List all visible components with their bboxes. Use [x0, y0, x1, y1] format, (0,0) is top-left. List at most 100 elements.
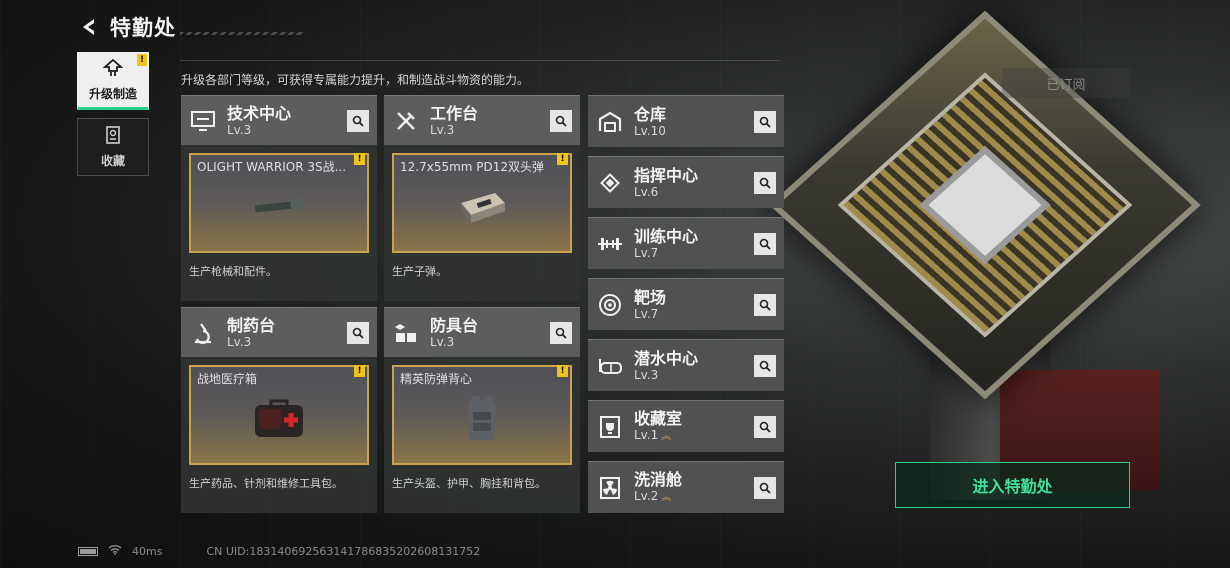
computer-icon	[189, 107, 217, 135]
divider	[180, 60, 780, 61]
warning-badge: !	[354, 153, 365, 165]
craft-item-slot[interactable]: OLIGHT WARRIOR 3S战... !	[189, 153, 369, 253]
search-icon[interactable]	[550, 109, 572, 132]
tab-label: 收藏	[100, 153, 125, 168]
card-tech-center: 技术中心 Lv.3 OLIGHT WARRIOR 3S战... ! 生产枪械和配…	[181, 95, 377, 301]
facility-level: Lv.3	[430, 122, 455, 137]
facility-row-shooting-range[interactable]: 靶场 Lv.7	[588, 278, 784, 330]
back-arrow-icon[interactable]	[78, 16, 100, 38]
collection-icon	[105, 125, 121, 148]
craft-item-slot[interactable]: 战地医疗箱 !	[189, 365, 369, 465]
target-icon	[596, 291, 624, 319]
trophy-icon	[596, 413, 624, 441]
facility-description: 生产头盔、护甲、胸挂和背包。	[392, 477, 546, 490]
facility-level: Lv.3	[634, 367, 659, 382]
facility-name: 洗消舱	[634, 469, 683, 489]
facility-level: Lv.1 ︽	[634, 428, 744, 444]
card-header: 防具台 Lv.3	[384, 307, 580, 357]
card-header: 技术中心 Lv.3	[181, 95, 377, 145]
facility-name: 训练中心	[634, 226, 699, 246]
body-armor-image	[464, 392, 500, 450]
facility-row-decontamination[interactable]: 洗消舱 Lv.2 ︽	[588, 461, 784, 513]
craft-item-slot[interactable]: 精英防弹背心 !	[392, 365, 572, 465]
search-icon[interactable]	[347, 109, 369, 132]
facility-row-command-center[interactable]: 指挥中心 Lv.6	[588, 156, 784, 208]
facility-level: Lv.3	[227, 122, 252, 137]
special-ops-cube-artwork	[769, 10, 1201, 500]
warehouse-icon	[596, 108, 624, 136]
card-pharmacy: 制药台 Lv.3 战地医疗箱 ! 生产药品、针剂和维修工具包。	[181, 307, 377, 513]
medical-kit-image	[251, 397, 307, 445]
search-icon[interactable]	[550, 321, 572, 344]
search-icon[interactable]	[754, 232, 776, 255]
facility-description: 生产枪械和配件。	[189, 265, 277, 278]
dumbbell-icon	[596, 230, 624, 258]
facility-name: 制药台	[227, 315, 276, 335]
card-armor-bench: 防具台 Lv.3 精英防弹背心 ! 生产头盔、护甲、胸挂和背包。	[384, 307, 580, 513]
card-header: 制药台 Lv.3	[181, 307, 377, 357]
facility-level: Lv.3	[227, 334, 252, 349]
facility-name: 防具台	[430, 315, 479, 335]
facility-row-training-center[interactable]: 训练中心 Lv.7	[588, 217, 784, 269]
facility-name: 工作台	[430, 103, 479, 123]
facility-level: Lv.7	[634, 306, 659, 321]
warning-badge: !	[354, 365, 365, 377]
facility-level: Lv.3	[430, 334, 455, 349]
microscope-icon	[189, 319, 217, 347]
warning-badge: !	[557, 365, 568, 377]
tab-upgrade-craft[interactable]: 升级制造 !	[77, 52, 149, 110]
page-title: 特勤处	[110, 16, 176, 40]
flashlight-image	[251, 198, 307, 220]
card-header: 工作台 Lv.3	[384, 95, 580, 145]
facility-name: 靶场	[634, 287, 667, 307]
battery-icon	[78, 546, 98, 556]
card-workbench: 工作台 Lv.3 12.7x55mm PD12双头弹 ! 生产子弹。	[384, 95, 580, 301]
facility-level: Lv.7	[634, 245, 659, 260]
search-icon[interactable]	[754, 293, 776, 316]
search-icon[interactable]	[754, 171, 776, 194]
facility-description: 生产药品、针剂和维修工具包。	[189, 477, 343, 490]
search-icon[interactable]	[754, 354, 776, 377]
craft-item-slot[interactable]: 12.7x55mm PD12双头弹 !	[392, 153, 572, 253]
item-name: 12.7x55mm PD12双头弹	[400, 160, 545, 174]
upgrade-chevron-icon: ︽	[661, 430, 672, 442]
facility-name: 收藏室	[634, 408, 683, 428]
subscribe-button[interactable]: 已订阅	[1002, 68, 1130, 98]
diving-mask-icon	[596, 352, 624, 380]
radiation-icon	[596, 474, 624, 502]
tools-icon	[392, 107, 420, 135]
level-text: Lv.2	[634, 488, 659, 503]
cube	[769, 10, 1201, 400]
facility-row-diving-center[interactable]: 潜水中心 Lv.3	[588, 339, 784, 391]
tab-label: 升级制造	[88, 86, 137, 101]
level-text: Lv.1	[634, 427, 659, 442]
facility-name: 仓库	[634, 104, 667, 124]
header-decoration	[180, 32, 305, 35]
chip-icon	[596, 169, 624, 197]
ammo-box-image	[455, 189, 509, 229]
search-icon[interactable]	[347, 321, 369, 344]
search-icon[interactable]	[754, 476, 776, 499]
facility-row-collection-room[interactable]: 收藏室 Lv.1 ︽	[588, 400, 784, 452]
status-bar: 40ms CN UID:1831406925631417868352026081…	[78, 544, 480, 558]
facility-level: Lv.2 ︽	[634, 489, 744, 505]
facility-level: Lv.6	[634, 184, 659, 199]
facility-level: Lv.10	[634, 123, 666, 138]
search-icon[interactable]	[754, 110, 776, 133]
facility-name: 潜水中心	[634, 348, 699, 368]
warning-badge: !	[557, 153, 568, 165]
enter-special-ops-button[interactable]: 进入特勤处	[895, 462, 1130, 508]
facility-name: 技术中心	[227, 103, 292, 123]
search-icon[interactable]	[754, 415, 776, 438]
upgrade-icon	[102, 58, 124, 81]
user-uid: CN UID:18314069256314178683520260813175​…	[206, 544, 481, 558]
facility-description: 生产子弹。	[392, 265, 447, 278]
facility-name: 指挥中心	[634, 165, 699, 185]
facility-row-warehouse[interactable]: 仓库 Lv.10	[588, 95, 784, 147]
item-name: OLIGHT WARRIOR 3S战...	[197, 160, 347, 174]
tab-collection[interactable]: 收藏	[77, 118, 149, 176]
wifi-icon	[108, 544, 122, 558]
item-name: 精英防弹背心	[400, 372, 473, 386]
warning-badge: !	[137, 54, 147, 66]
page-subtitle: 升级各部门等级，可获得专属能力提升，和制造战斗物资的能力。	[181, 73, 530, 87]
